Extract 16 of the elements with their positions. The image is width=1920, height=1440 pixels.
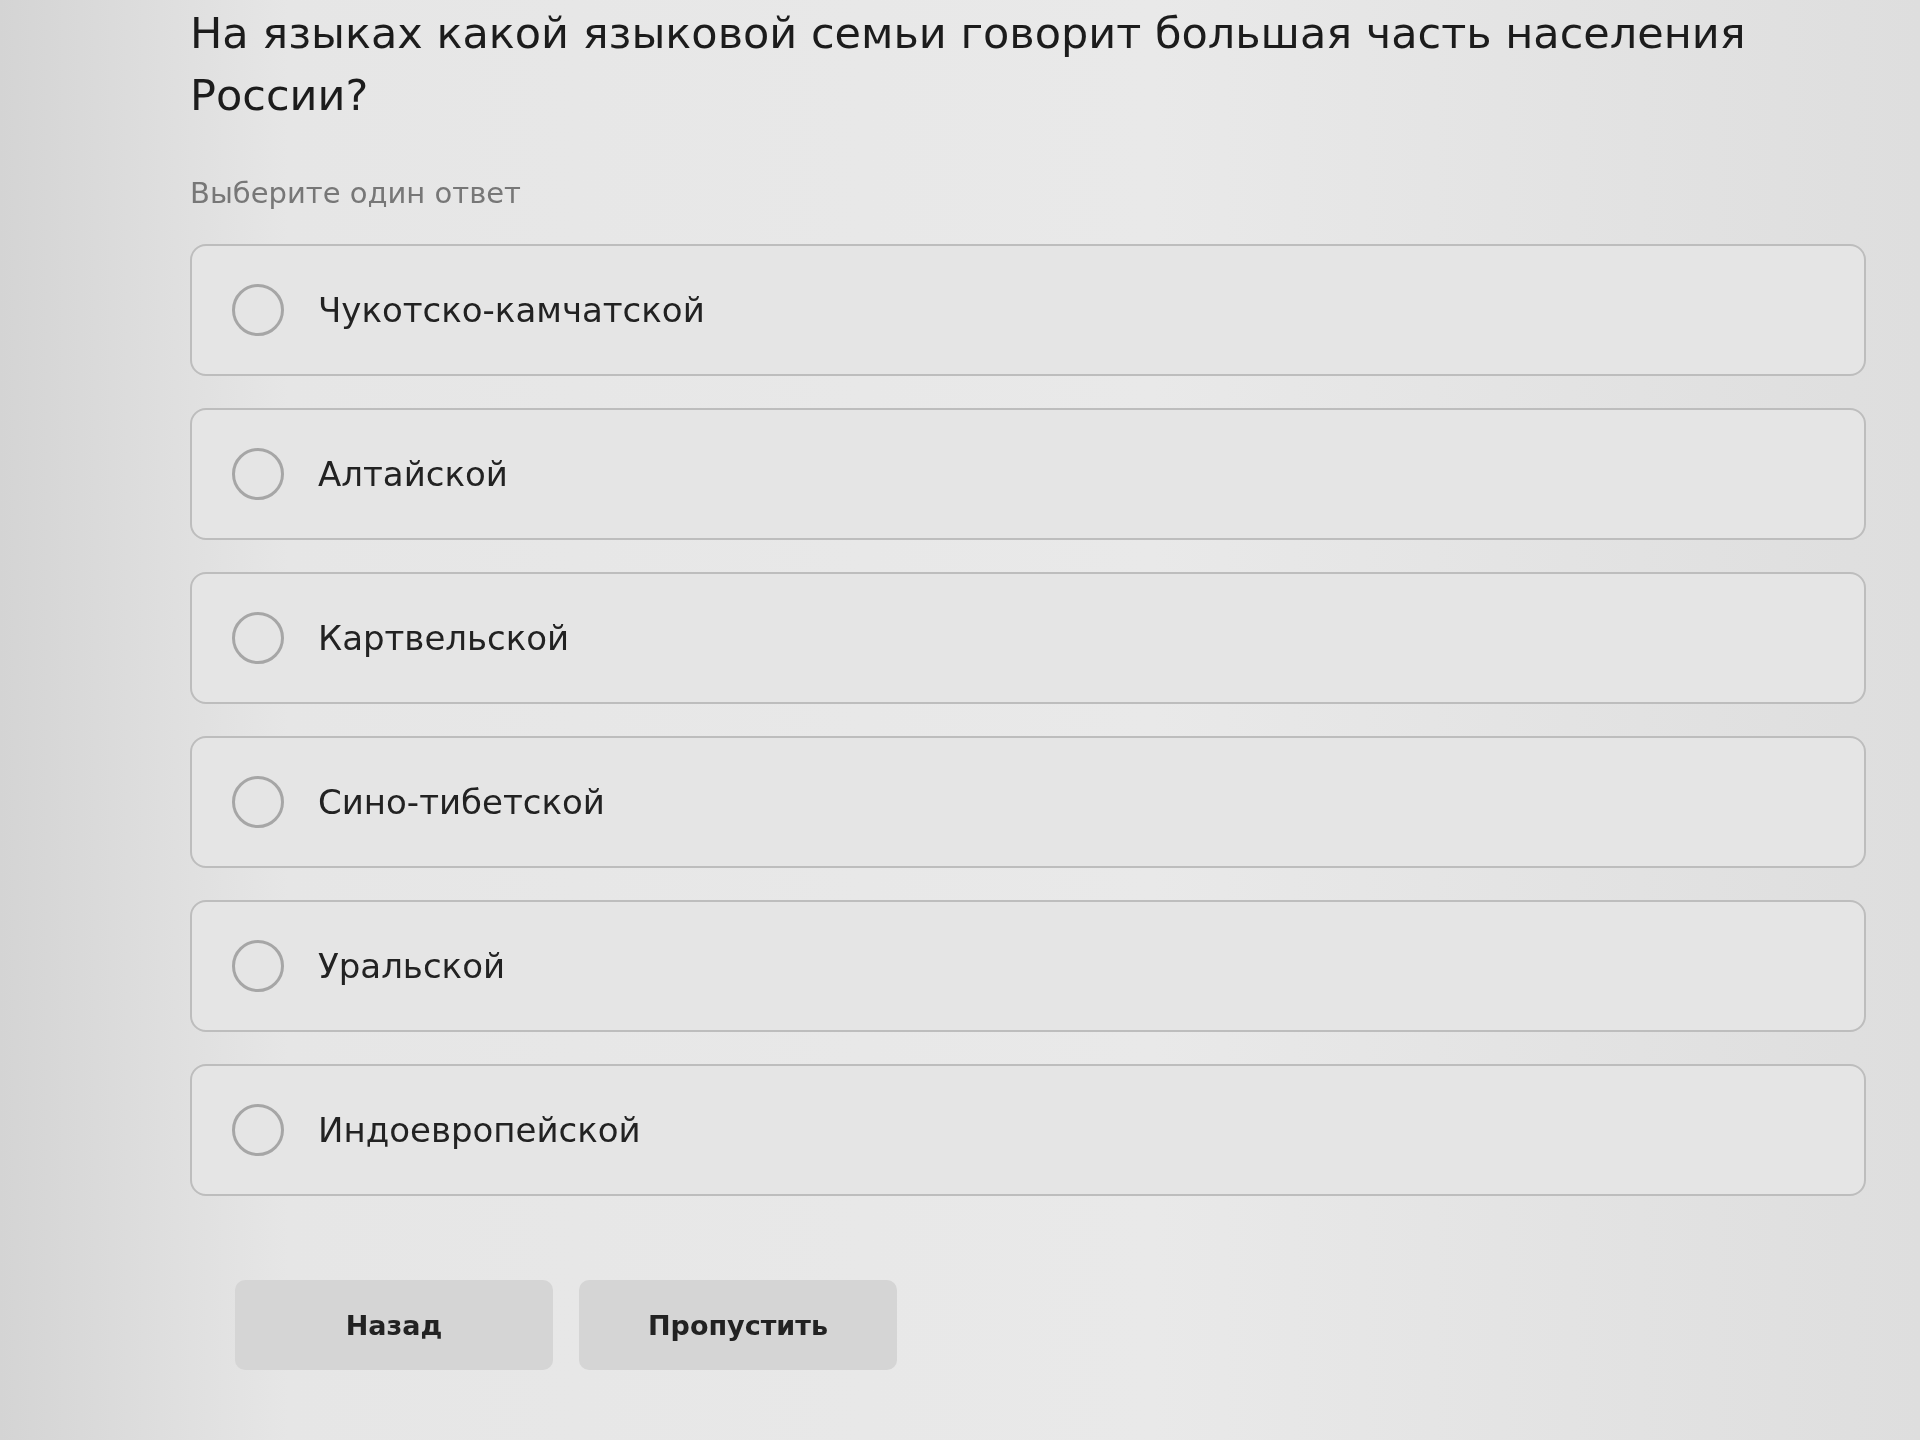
answer-hint: Выберите один ответ	[190, 176, 522, 210]
answer-option[interactable]: Уральской	[190, 900, 1866, 1032]
radio-icon[interactable]	[232, 284, 284, 336]
radio-icon[interactable]	[232, 612, 284, 664]
back-button[interactable]: Назад	[235, 1280, 553, 1370]
answer-option[interactable]: Алтайской	[190, 408, 1866, 540]
radio-icon[interactable]	[232, 940, 284, 992]
answer-option[interactable]: Картвельской	[190, 572, 1866, 704]
radio-icon[interactable]	[232, 1104, 284, 1156]
answer-option[interactable]: Чукотско-камчатской	[190, 244, 1866, 376]
question-text: На языках какой языковой семьи говорит большая часть населения России?	[190, 7, 1747, 122]
radio-icon[interactable]	[232, 448, 284, 500]
answer-option[interactable]: Сино-тибетской	[190, 736, 1866, 868]
radio-icon[interactable]	[232, 776, 284, 828]
skip-button[interactable]: Пропустить	[579, 1280, 897, 1370]
answer-option[interactable]: Индоевропейской	[190, 1064, 1866, 1196]
